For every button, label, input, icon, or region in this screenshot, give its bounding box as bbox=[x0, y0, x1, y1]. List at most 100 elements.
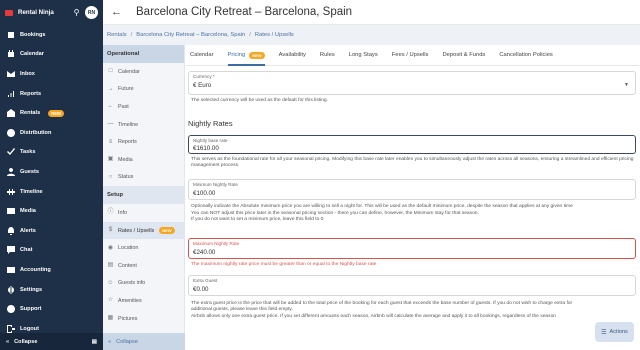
tab-label: Calendar bbox=[190, 52, 214, 58]
subnav-item-status[interactable]: ○ Status bbox=[103, 169, 184, 187]
rental-sidebar-collapse-button[interactable]: « Collapse bbox=[103, 333, 185, 350]
page-header: ← Barcelona City Retreat – Barcelona, Sp… bbox=[103, 0, 640, 25]
nav-item-media[interactable]: Media bbox=[0, 201, 103, 221]
subnav-item-media[interactable]: ▣ Media bbox=[103, 151, 184, 169]
subnav-label: Media bbox=[118, 156, 133, 163]
tab-label: Rules bbox=[319, 52, 335, 58]
subnav-item-rates-upsells[interactable]: $ Rates / Upsells NEW bbox=[103, 221, 184, 240]
extra-guest-help-1: The extra guest price is the price that … bbox=[191, 301, 573, 313]
subnav-item-calendar[interactable]: □ Calendar bbox=[103, 63, 184, 81]
subnav-icon: ◉ bbox=[107, 244, 114, 251]
subnav-label: Calendar bbox=[118, 68, 140, 75]
subnav-item-info[interactable]: ⓘ Info bbox=[103, 204, 184, 222]
alerts-icon bbox=[6, 226, 15, 235]
accounting-icon bbox=[6, 266, 15, 274]
guests-icon bbox=[6, 167, 15, 176]
pricing-form: Currency * € Euro ▼ The selected currenc… bbox=[186, 67, 640, 350]
inbox-icon bbox=[6, 70, 15, 78]
breadcrumb: Rentals / Barcelona City Retreat – Barce… bbox=[103, 25, 640, 45]
max-rate-label: Maximum Nightly Rate bbox=[193, 241, 240, 246]
tab-label: Long Stays bbox=[348, 52, 378, 58]
nav-item-bookings[interactable]: Bookings bbox=[0, 25, 103, 45]
subnav-item-past[interactable]: ← Past bbox=[103, 98, 184, 116]
nav-item-tasks[interactable]: Tasks bbox=[0, 143, 103, 163]
nav-item-calendar[interactable]: Calendar bbox=[0, 45, 103, 65]
tab-cancellation-policies[interactable]: Cancellation Policies bbox=[499, 45, 553, 66]
tab-rules[interactable]: Rules bbox=[320, 45, 335, 66]
currency-select[interactable]: Currency * € Euro ▼ bbox=[188, 71, 636, 95]
subnav-item-timeline[interactable]: — Timeline bbox=[103, 116, 184, 134]
nightly-base-rate-input[interactable]: Nightly base rate €1610.00 bbox=[188, 135, 636, 154]
subnav-icon: ← bbox=[107, 103, 114, 110]
breadcrumb-rental[interactable]: Barcelona City Retreat – Barcelona, Spai… bbox=[136, 32, 245, 38]
tab-deposit-funds[interactable]: Deposit & Funds bbox=[442, 45, 485, 66]
subnav-item-amenities[interactable]: ☆ Amenities bbox=[103, 292, 184, 310]
brand: Rental Ninja ⚲ RN bbox=[0, 0, 103, 25]
nav-item-label: Timeline bbox=[20, 188, 43, 195]
breadcrumb-rentals[interactable]: Rentals bbox=[107, 32, 127, 38]
tab-long-stays[interactable]: Long Stays bbox=[349, 45, 378, 66]
subnav-icon: ▦ bbox=[107, 315, 114, 322]
breadcrumb-current: Rates / Upsells bbox=[254, 32, 294, 38]
panel-toggle-icon[interactable]: ▤ bbox=[92, 339, 97, 345]
nav-item-inbox[interactable]: Inbox bbox=[0, 64, 103, 84]
nav-item-rentals[interactable]: Rentals NEW bbox=[0, 103, 103, 123]
tab-pricing[interactable]: Pricing NEW bbox=[227, 45, 265, 66]
subnav-item-guests-info[interactable]: ☺ Guests info bbox=[103, 275, 184, 293]
subnav-item-pictures[interactable]: ▦ Pictures bbox=[103, 310, 184, 328]
menu-icon: ☰ bbox=[601, 329, 607, 336]
minimum-nightly-rate-input[interactable]: Minimum Nightly Rate €100.00 bbox=[188, 179, 636, 200]
nav-item-distribution[interactable]: Distribution bbox=[0, 123, 103, 143]
actions-button[interactable]: ☰ Actions bbox=[595, 322, 634, 342]
subnav-icon: → bbox=[107, 85, 114, 92]
tab-label: Cancellation Policies bbox=[499, 52, 553, 58]
subnav-icon: $ bbox=[108, 227, 113, 234]
nav-item-label: Support bbox=[20, 306, 42, 313]
page-title: Barcelona City Retreat – Barcelona, Spai… bbox=[136, 6, 353, 18]
calendar-icon bbox=[6, 50, 15, 58]
subnav-icon: ○ bbox=[108, 173, 113, 180]
extra-guest-help-2: Airbnb allows only one extra guest price… bbox=[191, 314, 557, 319]
nav-item-accounting[interactable]: Accounting bbox=[0, 260, 103, 280]
actions-label: Actions bbox=[609, 329, 628, 335]
subnav-item-reports[interactable]: ≡ Reports bbox=[103, 133, 184, 151]
tab-label: Fees / Upsells bbox=[391, 52, 429, 58]
subnav-label: Location bbox=[118, 245, 139, 252]
avatar[interactable]: RN bbox=[85, 6, 98, 19]
nav-item-label: Distribution bbox=[20, 129, 52, 136]
subnav-label: Info bbox=[118, 209, 127, 216]
nav-item-settings[interactable]: Settings bbox=[0, 280, 103, 300]
nav-item-label: Inbox bbox=[20, 70, 35, 77]
subnav-label: Past bbox=[118, 103, 129, 110]
section-setup: Setup bbox=[103, 186, 184, 205]
subnav-item-future[interactable]: → Future bbox=[103, 81, 184, 99]
nav-item-guests[interactable]: Guests bbox=[0, 162, 103, 182]
tab-availability[interactable]: Availability bbox=[279, 45, 306, 66]
nav-item-label: Tasks bbox=[20, 149, 36, 156]
settings-icon bbox=[6, 285, 15, 294]
tab-calendar[interactable]: Calendar bbox=[190, 45, 214, 66]
double-chevron-left-icon: « bbox=[108, 338, 112, 345]
collapse-label: Collapse bbox=[116, 338, 138, 345]
section-title-nightly-rates: Nightly Rates bbox=[188, 119, 233, 128]
double-chevron-left-icon: « bbox=[6, 338, 10, 345]
extra-guest-input[interactable]: Extra Guest €0.00 bbox=[188, 275, 636, 296]
nav-item-timeline[interactable]: Timeline bbox=[0, 182, 103, 202]
nav-item-label: Calendar bbox=[20, 51, 44, 58]
media-icon bbox=[6, 207, 15, 215]
nav-item-chat[interactable]: Chat bbox=[0, 241, 103, 261]
tasks-icon bbox=[6, 148, 15, 156]
tab-label: Deposit & Funds bbox=[442, 52, 486, 58]
subnav-label: Pictures bbox=[118, 315, 138, 322]
tab-fees-upsells[interactable]: Fees / Upsells bbox=[392, 45, 429, 66]
maximum-nightly-rate-input[interactable]: Maximum Nightly Rate €240.00 bbox=[188, 238, 636, 259]
subnav-item-content[interactable]: ▤ Content bbox=[103, 257, 184, 275]
extra-guest-label: Extra Guest bbox=[193, 278, 218, 283]
back-arrow-icon[interactable]: ← bbox=[111, 6, 123, 18]
nav-item-alerts[interactable]: Alerts bbox=[0, 221, 103, 241]
nav-item-reports[interactable]: Reports bbox=[0, 84, 103, 104]
subnav-item-location[interactable]: ◉ Location bbox=[103, 239, 184, 257]
nav-item-support[interactable]: Support bbox=[0, 299, 103, 319]
search-icon[interactable]: ⚲ bbox=[72, 8, 81, 17]
sidebar-collapse-button[interactable]: « Collapse ▤ bbox=[0, 333, 103, 350]
